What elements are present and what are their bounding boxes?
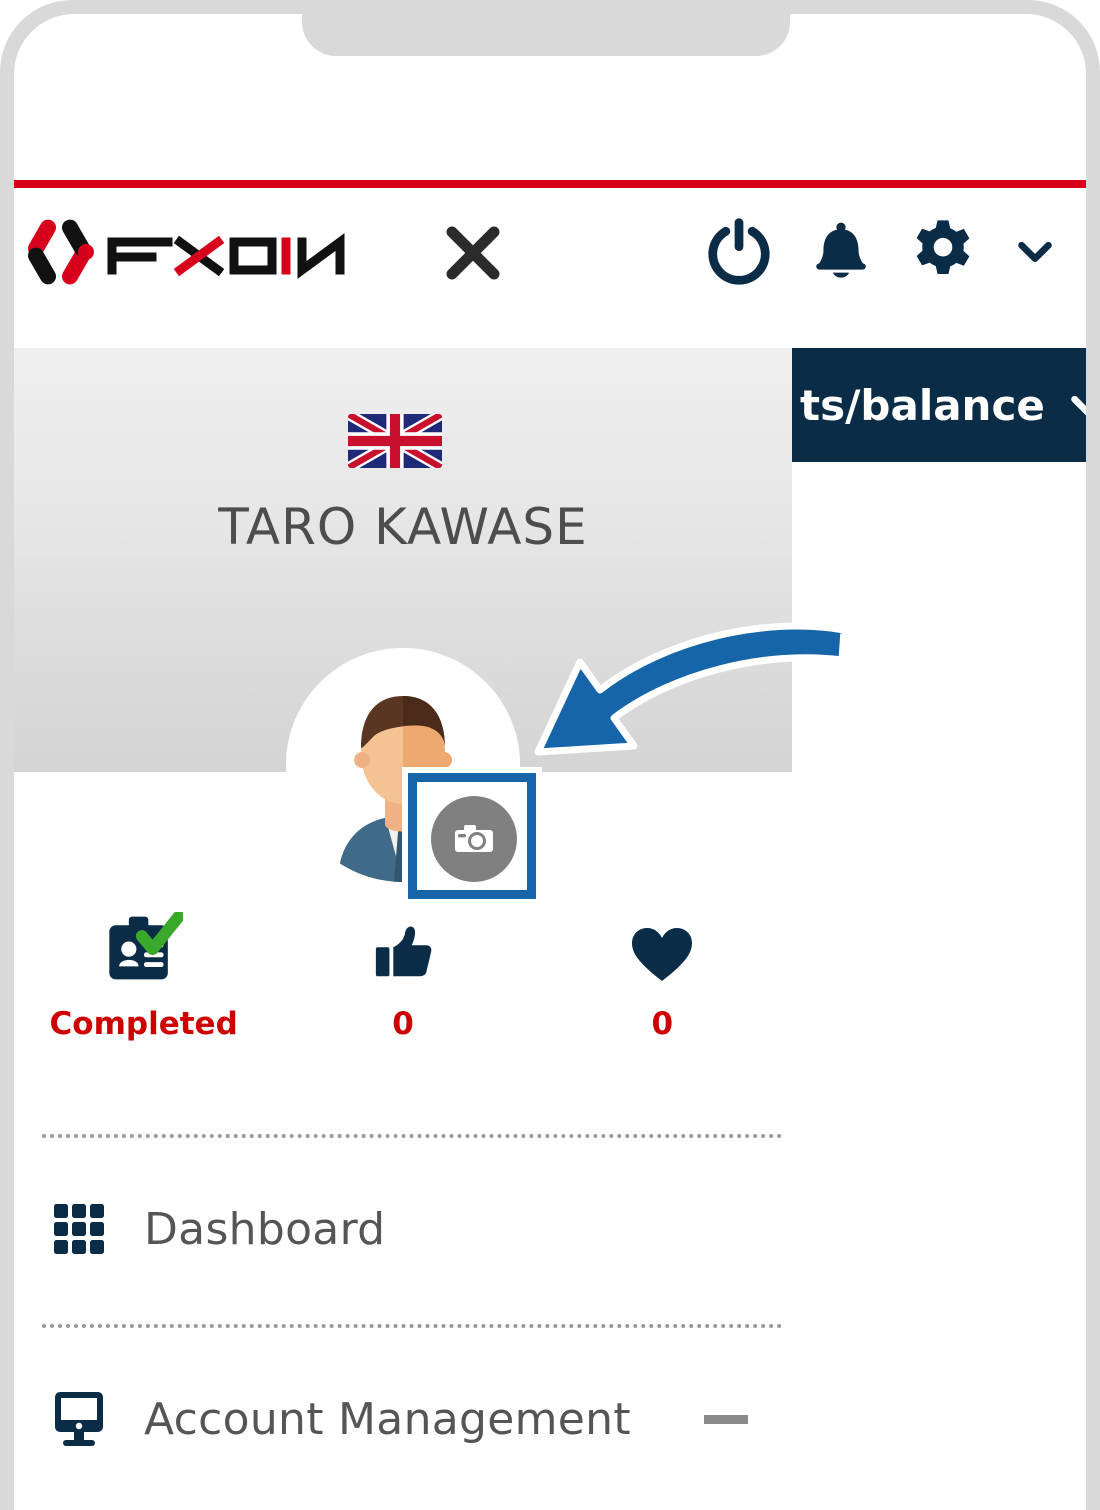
sidebar-item-account-management[interactable]: Account Management [14, 1324, 792, 1510]
stat-likes-value: 0 [392, 1006, 414, 1042]
profile-name: TARO KAWASE [218, 498, 588, 556]
chevron-down-icon[interactable] [1065, 382, 1086, 428]
side-drawer: TARO KAWASE Completed 0 0 Dashboard Acco… [14, 348, 792, 1510]
phone-notch [302, 0, 790, 56]
sidebar-item-account-management-label: Account Management [144, 1393, 631, 1445]
header-actions [704, 216, 1058, 290]
collapse-minus-icon[interactable] [704, 1414, 748, 1424]
phone-frame: ts/balance TARO KAWASE Completed 0 0 Das… [0, 0, 1100, 1510]
monitor-icon [14, 1390, 144, 1448]
chevron-down-icon[interactable] [1012, 228, 1058, 278]
profile-stats: Completed 0 0 [14, 908, 792, 1068]
stat-favorites[interactable]: 0 [533, 908, 792, 1068]
close-icon[interactable] [442, 222, 504, 284]
stat-favorites-value: 0 [651, 1006, 674, 1042]
thumbs-up-icon [372, 908, 434, 984]
grid-icon [14, 1203, 144, 1255]
accounts-balance-bar[interactable]: ts/balance [792, 348, 1086, 462]
phone-screen: ts/balance TARO KAWASE Completed 0 0 Das… [14, 14, 1086, 1510]
uk-flag-icon [348, 414, 442, 468]
sidebar-item-dashboard[interactable]: Dashboard [14, 1134, 792, 1324]
app-header [14, 188, 1086, 348]
gear-icon[interactable] [908, 216, 978, 290]
stat-verification[interactable]: Completed [14, 908, 273, 1068]
heart-icon [630, 908, 694, 984]
accounts-balance-label: ts/balance [800, 380, 1045, 430]
power-icon[interactable] [704, 216, 774, 290]
fxon-logo[interactable] [22, 212, 382, 292]
bell-icon[interactable] [808, 218, 874, 288]
stat-verification-label: Completed [49, 1006, 238, 1042]
stat-likes[interactable]: 0 [273, 908, 532, 1068]
sidebar-item-dashboard-label: Dashboard [144, 1203, 386, 1255]
camera-icon[interactable] [431, 796, 517, 882]
brand-rule [14, 180, 1086, 188]
id-card-check-icon [105, 908, 183, 984]
